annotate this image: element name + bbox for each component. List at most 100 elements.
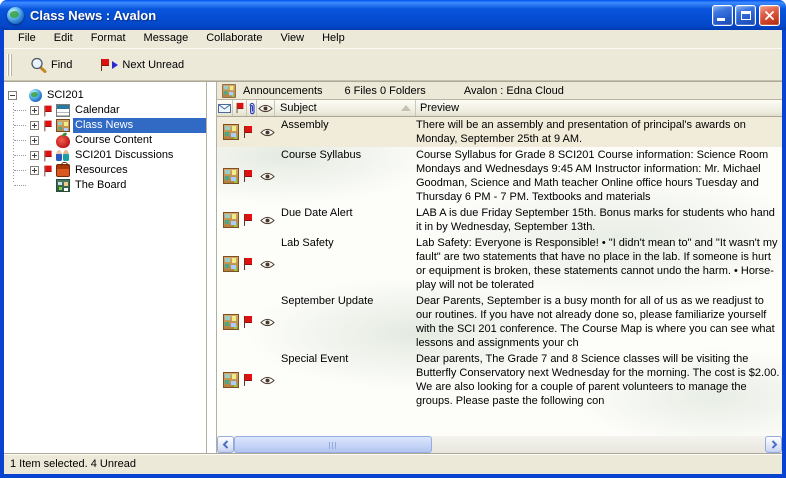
messages-panel: Announcements 6 Files 0 Folders Avalon :… bbox=[217, 82, 782, 453]
message-row[interactable]: Course Syllabus Course Syllabus for Grad… bbox=[217, 147, 782, 205]
horizontal-scrollbar bbox=[217, 436, 782, 453]
tree-item[interactable]: SCI201 Discussions bbox=[4, 148, 206, 163]
preview-column-header[interactable]: Preview bbox=[416, 100, 782, 116]
menu-item[interactable]: Help bbox=[313, 30, 354, 48]
files-count: 6 Files 0 Folders bbox=[345, 85, 426, 97]
globe-icon bbox=[29, 89, 42, 102]
main-area: SCI201 Calendar Class News bbox=[4, 81, 782, 453]
tree-item-label: Course Content bbox=[73, 133, 206, 148]
unread-flag-icon bbox=[100, 59, 110, 71]
tree-item-label: Calendar bbox=[73, 103, 206, 118]
viewed-column-header[interactable] bbox=[257, 100, 275, 116]
window-controls bbox=[712, 5, 780, 26]
menu-item[interactable]: View bbox=[271, 30, 313, 48]
expand-icon[interactable] bbox=[30, 136, 39, 145]
unread-flag-icon bbox=[44, 120, 53, 131]
eye-icon bbox=[258, 104, 273, 113]
scrollbar-thumb[interactable] bbox=[234, 436, 432, 453]
message-row[interactable]: Lab Safety Lab Safety: Everyone is Respo… bbox=[217, 235, 782, 293]
message-list: Assembly There will be an assembly and p… bbox=[217, 117, 782, 436]
announcements-icon bbox=[222, 84, 236, 98]
tree-children: Calendar Class News Course Content bbox=[4, 103, 206, 193]
maximize-button[interactable] bbox=[735, 5, 756, 26]
titlebar[interactable]: Class News : Avalon bbox=[0, 0, 786, 30]
flag-icon bbox=[235, 103, 244, 113]
menu-item[interactable]: Format bbox=[82, 30, 135, 48]
message-type-column-header[interactable] bbox=[217, 100, 233, 116]
eye-icon bbox=[260, 260, 275, 269]
scrollbar-track[interactable] bbox=[234, 436, 765, 453]
news-icon bbox=[56, 119, 70, 132]
message-subject: September Update bbox=[281, 294, 416, 308]
flag-column-header[interactable] bbox=[233, 100, 247, 116]
unread-flag-icon bbox=[44, 105, 53, 116]
message-subject: Course Syllabus bbox=[281, 148, 416, 162]
message-subject: Due Date Alert bbox=[281, 206, 416, 220]
message-preview: Dear Parents, September is a busy month … bbox=[416, 294, 782, 350]
menu-item[interactable]: Edit bbox=[45, 30, 82, 48]
unread-flag-icon bbox=[243, 258, 253, 270]
unread-flag-icon bbox=[243, 374, 253, 386]
message-icon bbox=[223, 314, 239, 330]
attachment-column-header[interactable] bbox=[247, 100, 257, 116]
board-icon bbox=[56, 179, 70, 192]
scroll-left-button[interactable] bbox=[217, 436, 234, 453]
eye-icon bbox=[260, 376, 275, 385]
close-button[interactable] bbox=[759, 5, 780, 26]
next-arrow-icon bbox=[112, 61, 118, 69]
status-text: 1 Item selected. 4 Unread bbox=[10, 458, 136, 470]
message-row[interactable]: Due Date Alert LAB A is due Friday Septe… bbox=[217, 205, 782, 235]
menu-bar: FileEditFormatMessageCollaborateViewHelp bbox=[4, 30, 782, 48]
menu-item[interactable]: Collaborate bbox=[197, 30, 271, 48]
unread-flag-icon bbox=[44, 165, 53, 176]
message-row[interactable]: September Update Dear Parents, September… bbox=[217, 293, 782, 351]
message-icon bbox=[223, 124, 239, 140]
message-subject: Assembly bbox=[281, 118, 416, 132]
resources-icon bbox=[56, 164, 70, 177]
message-row[interactable]: Assembly There will be an assembly and p… bbox=[217, 117, 782, 147]
expand-icon[interactable] bbox=[30, 106, 39, 115]
sort-ascending-icon bbox=[401, 105, 411, 111]
message-preview: LAB A is due Friday September 15th. Bonu… bbox=[416, 206, 782, 234]
tree-item[interactable]: Class News bbox=[4, 118, 206, 133]
message-icon bbox=[223, 372, 239, 388]
status-bar: 1 Item selected. 4 Unread bbox=[4, 453, 782, 474]
expand-icon[interactable] bbox=[30, 166, 39, 175]
tree-item[interactable]: Course Content bbox=[4, 133, 206, 148]
scroll-right-button[interactable] bbox=[765, 436, 782, 453]
minimize-button[interactable] bbox=[712, 5, 733, 26]
unread-flag-icon bbox=[243, 170, 253, 182]
close-icon bbox=[764, 10, 775, 21]
calendar-icon bbox=[56, 104, 70, 117]
folder-tree: SCI201 Calendar Class News bbox=[4, 82, 207, 454]
tree-item[interactable]: Calendar bbox=[4, 103, 206, 118]
next-unread-label: Next Unread bbox=[122, 59, 184, 71]
message-subject: Special Event bbox=[281, 352, 416, 366]
unread-flag-icon bbox=[44, 150, 53, 161]
tree-item[interactable]: The Board bbox=[4, 178, 206, 193]
column-header-row: Subject Preview bbox=[217, 100, 782, 117]
next-unread-button[interactable]: Next Unread bbox=[93, 55, 191, 75]
subject-column-label: Subject bbox=[280, 102, 317, 114]
message-preview: Dear parents, The Grade 7 and 8 Science … bbox=[416, 352, 782, 408]
expand-icon[interactable] bbox=[30, 121, 39, 130]
message-row[interactable]: Special Event Dear parents, The Grade 7 … bbox=[217, 351, 782, 409]
window-title: Class News : Avalon bbox=[30, 8, 708, 23]
eye-icon bbox=[260, 318, 275, 327]
chevron-right-icon bbox=[770, 440, 778, 449]
toolbar-grip[interactable] bbox=[7, 54, 13, 76]
expand-icon[interactable] bbox=[30, 151, 39, 160]
conference-title: Announcements bbox=[243, 85, 323, 97]
unread-flag-icon bbox=[243, 126, 253, 138]
tree-item[interactable]: Resources bbox=[4, 163, 206, 178]
menu-item[interactable]: Message bbox=[135, 30, 198, 48]
menu-item[interactable]: File bbox=[9, 30, 45, 48]
panel-splitter[interactable] bbox=[208, 82, 217, 454]
unread-flag-icon bbox=[243, 214, 253, 226]
collapse-icon[interactable] bbox=[8, 91, 17, 100]
unread-flag-icon bbox=[243, 316, 253, 328]
eye-icon bbox=[260, 172, 275, 181]
find-button[interactable]: Find bbox=[23, 53, 79, 77]
tree-root-sci201[interactable]: SCI201 bbox=[4, 88, 206, 103]
subject-column-header[interactable]: Subject bbox=[275, 100, 416, 116]
